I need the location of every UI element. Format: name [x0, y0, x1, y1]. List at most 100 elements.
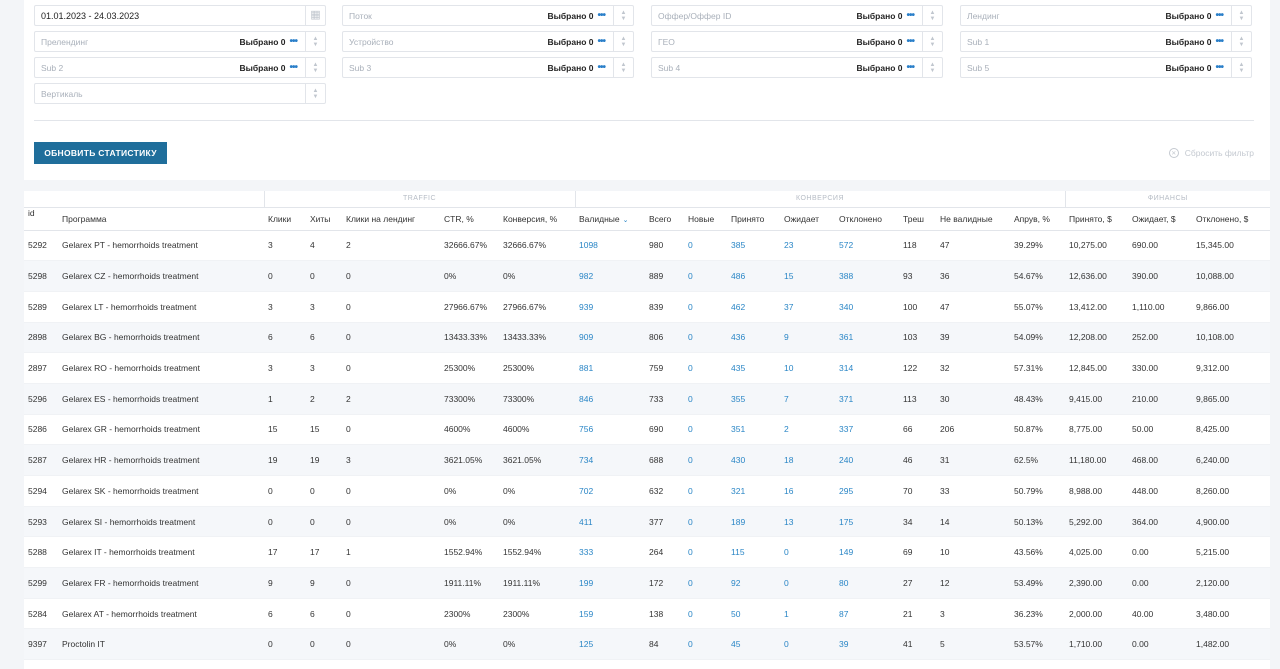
table-cell[interactable]: 1098: [575, 230, 645, 262]
filter-field-5[interactable]: ГЕО Выбрано 0 ••• ▲ ▼: [651, 31, 943, 52]
filter-field-0[interactable]: Поток Выбрано 0 ••• ▲ ▼: [342, 5, 634, 26]
reset-filter-button[interactable]: ✕ Сбросить фильтр: [1168, 148, 1254, 158]
table-cell[interactable]: 159: [575, 598, 645, 630]
table-cell[interactable]: 430: [727, 444, 780, 476]
chevron-updown-icon[interactable]: ▲ ▼: [305, 84, 325, 103]
table-cell[interactable]: 240: [835, 444, 899, 476]
chevron-updown-icon[interactable]: ▲ ▼: [1231, 6, 1251, 25]
table-cell[interactable]: 982: [575, 260, 645, 292]
column-header[interactable]: Треш: [899, 207, 936, 231]
table-cell[interactable]: 572: [835, 230, 899, 262]
table-cell[interactable]: 0: [684, 536, 727, 569]
table-cell[interactable]: 2: [780, 414, 835, 446]
chevron-updown-icon[interactable]: ▲ ▼: [613, 32, 633, 51]
more-icon[interactable]: •••: [906, 62, 914, 73]
table-cell[interactable]: 92: [727, 567, 780, 599]
date-range-field[interactable]: 01.01.2023 - 24.03.2023 ▦: [34, 5, 326, 26]
table-cell[interactable]: 361: [835, 322, 899, 354]
table-cell[interactable]: 16: [780, 475, 835, 507]
filter-field-2[interactable]: Лендинг Выбрано 0 ••• ▲ ▼: [960, 5, 1252, 26]
table-cell[interactable]: 37: [780, 291, 835, 323]
table-cell[interactable]: 0: [780, 567, 835, 599]
chevron-updown-icon[interactable]: ▲ ▼: [922, 58, 942, 77]
filter-field-8[interactable]: Sub 3 Выбрано 0 ••• ▲ ▼: [342, 57, 634, 78]
table-cell[interactable]: 340: [835, 291, 899, 323]
column-header[interactable]: Апрув, %: [1010, 207, 1065, 231]
table-cell[interactable]: 0: [684, 322, 727, 354]
filter-field-1[interactable]: Оффер/Оффер ID Выбрано 0 ••• ▲ ▼: [651, 5, 943, 26]
table-cell[interactable]: 314: [835, 352, 899, 384]
table-cell[interactable]: 734: [575, 444, 645, 476]
calendar-icon[interactable]: ▦: [305, 6, 325, 25]
column-header[interactable]: Программа: [58, 207, 264, 231]
table-cell[interactable]: 337: [835, 414, 899, 446]
table-cell[interactable]: 15: [780, 260, 835, 292]
table-cell[interactable]: 939: [575, 291, 645, 323]
column-header[interactable]: Клики на лендинг: [342, 207, 440, 231]
more-icon[interactable]: •••: [906, 10, 914, 21]
table-cell[interactable]: 50: [727, 598, 780, 630]
more-icon[interactable]: •••: [906, 36, 914, 47]
table-cell[interactable]: 39: [835, 628, 899, 661]
column-header[interactable]: Хиты: [306, 207, 342, 231]
table-cell[interactable]: 18: [780, 444, 835, 476]
table-cell[interactable]: 0: [684, 414, 727, 446]
filter-field-7[interactable]: Sub 2 Выбрано 0 ••• ▲ ▼: [34, 57, 326, 78]
table-cell[interactable]: 846: [575, 383, 645, 415]
table-cell[interactable]: 1: [780, 598, 835, 630]
more-icon[interactable]: •••: [1215, 10, 1223, 21]
filter-field-6[interactable]: Sub 1 Выбрано 0 ••• ▲ ▼: [960, 31, 1252, 52]
table-cell[interactable]: 175: [835, 506, 899, 538]
table-cell[interactable]: 125: [575, 628, 645, 661]
column-header[interactable]: id: [24, 207, 58, 231]
table-cell[interactable]: 80: [835, 567, 899, 599]
table-cell[interactable]: 388: [835, 260, 899, 292]
table-cell[interactable]: 9: [780, 322, 835, 354]
table-cell[interactable]: 702: [575, 475, 645, 507]
table-cell[interactable]: 0: [684, 598, 727, 630]
table-cell[interactable]: 462: [727, 291, 780, 323]
table-cell[interactable]: 355: [727, 383, 780, 415]
table-cell[interactable]: 351: [727, 414, 780, 446]
filter-field-3[interactable]: Прелендинг Выбрано 0 ••• ▲ ▼: [34, 31, 326, 52]
column-header[interactable]: Конверсия, %: [499, 207, 575, 231]
column-header[interactable]: Ожидает: [780, 207, 835, 231]
table-cell[interactable]: 10: [780, 352, 835, 384]
table-cell[interactable]: 23: [780, 230, 835, 262]
table-cell[interactable]: 13: [780, 506, 835, 538]
column-header[interactable]: Всего: [645, 207, 684, 231]
chevron-down-icon[interactable]: ⌄: [623, 217, 629, 224]
table-cell[interactable]: 0: [780, 628, 835, 661]
chevron-updown-icon[interactable]: ▲ ▼: [922, 6, 942, 25]
table-cell[interactable]: 115: [727, 536, 780, 569]
column-header[interactable]: Клики: [264, 207, 306, 231]
column-header[interactable]: CTR, %: [440, 207, 499, 231]
more-icon[interactable]: •••: [597, 10, 605, 21]
table-cell[interactable]: 371: [835, 383, 899, 415]
table-cell[interactable]: 0: [684, 567, 727, 599]
column-header[interactable]: Ожидает, $: [1128, 207, 1192, 231]
table-cell[interactable]: 0: [780, 536, 835, 569]
update-stats-button[interactable]: ОБНОВИТЬ СТАТИСТИКУ: [34, 142, 167, 164]
column-header[interactable]: Валидные ⌄: [575, 207, 645, 231]
more-icon[interactable]: •••: [289, 36, 297, 47]
table-cell[interactable]: 0: [684, 475, 727, 507]
column-header[interactable]: Принято, $: [1065, 207, 1128, 231]
filter-field-10[interactable]: Sub 5 Выбрано 0 ••• ▲ ▼: [960, 57, 1252, 78]
table-cell[interactable]: 199: [575, 567, 645, 599]
table-cell[interactable]: 436: [727, 322, 780, 354]
chevron-updown-icon[interactable]: ▲ ▼: [613, 58, 633, 77]
filter-field-9[interactable]: Sub 4 Выбрано 0 ••• ▲ ▼: [651, 57, 943, 78]
table-cell[interactable]: 0: [684, 506, 727, 538]
more-icon[interactable]: •••: [1215, 36, 1223, 47]
column-header[interactable]: Принято: [727, 207, 780, 231]
table-cell[interactable]: 45: [727, 628, 780, 661]
table-cell[interactable]: 189: [727, 506, 780, 538]
table-cell[interactable]: 0: [684, 383, 727, 415]
more-icon[interactable]: •••: [597, 62, 605, 73]
table-cell[interactable]: 7: [780, 383, 835, 415]
table-cell[interactable]: 881: [575, 352, 645, 384]
chevron-updown-icon[interactable]: ▲ ▼: [922, 32, 942, 51]
column-header[interactable]: Не валидные: [936, 207, 1010, 231]
table-cell[interactable]: 909: [575, 322, 645, 354]
